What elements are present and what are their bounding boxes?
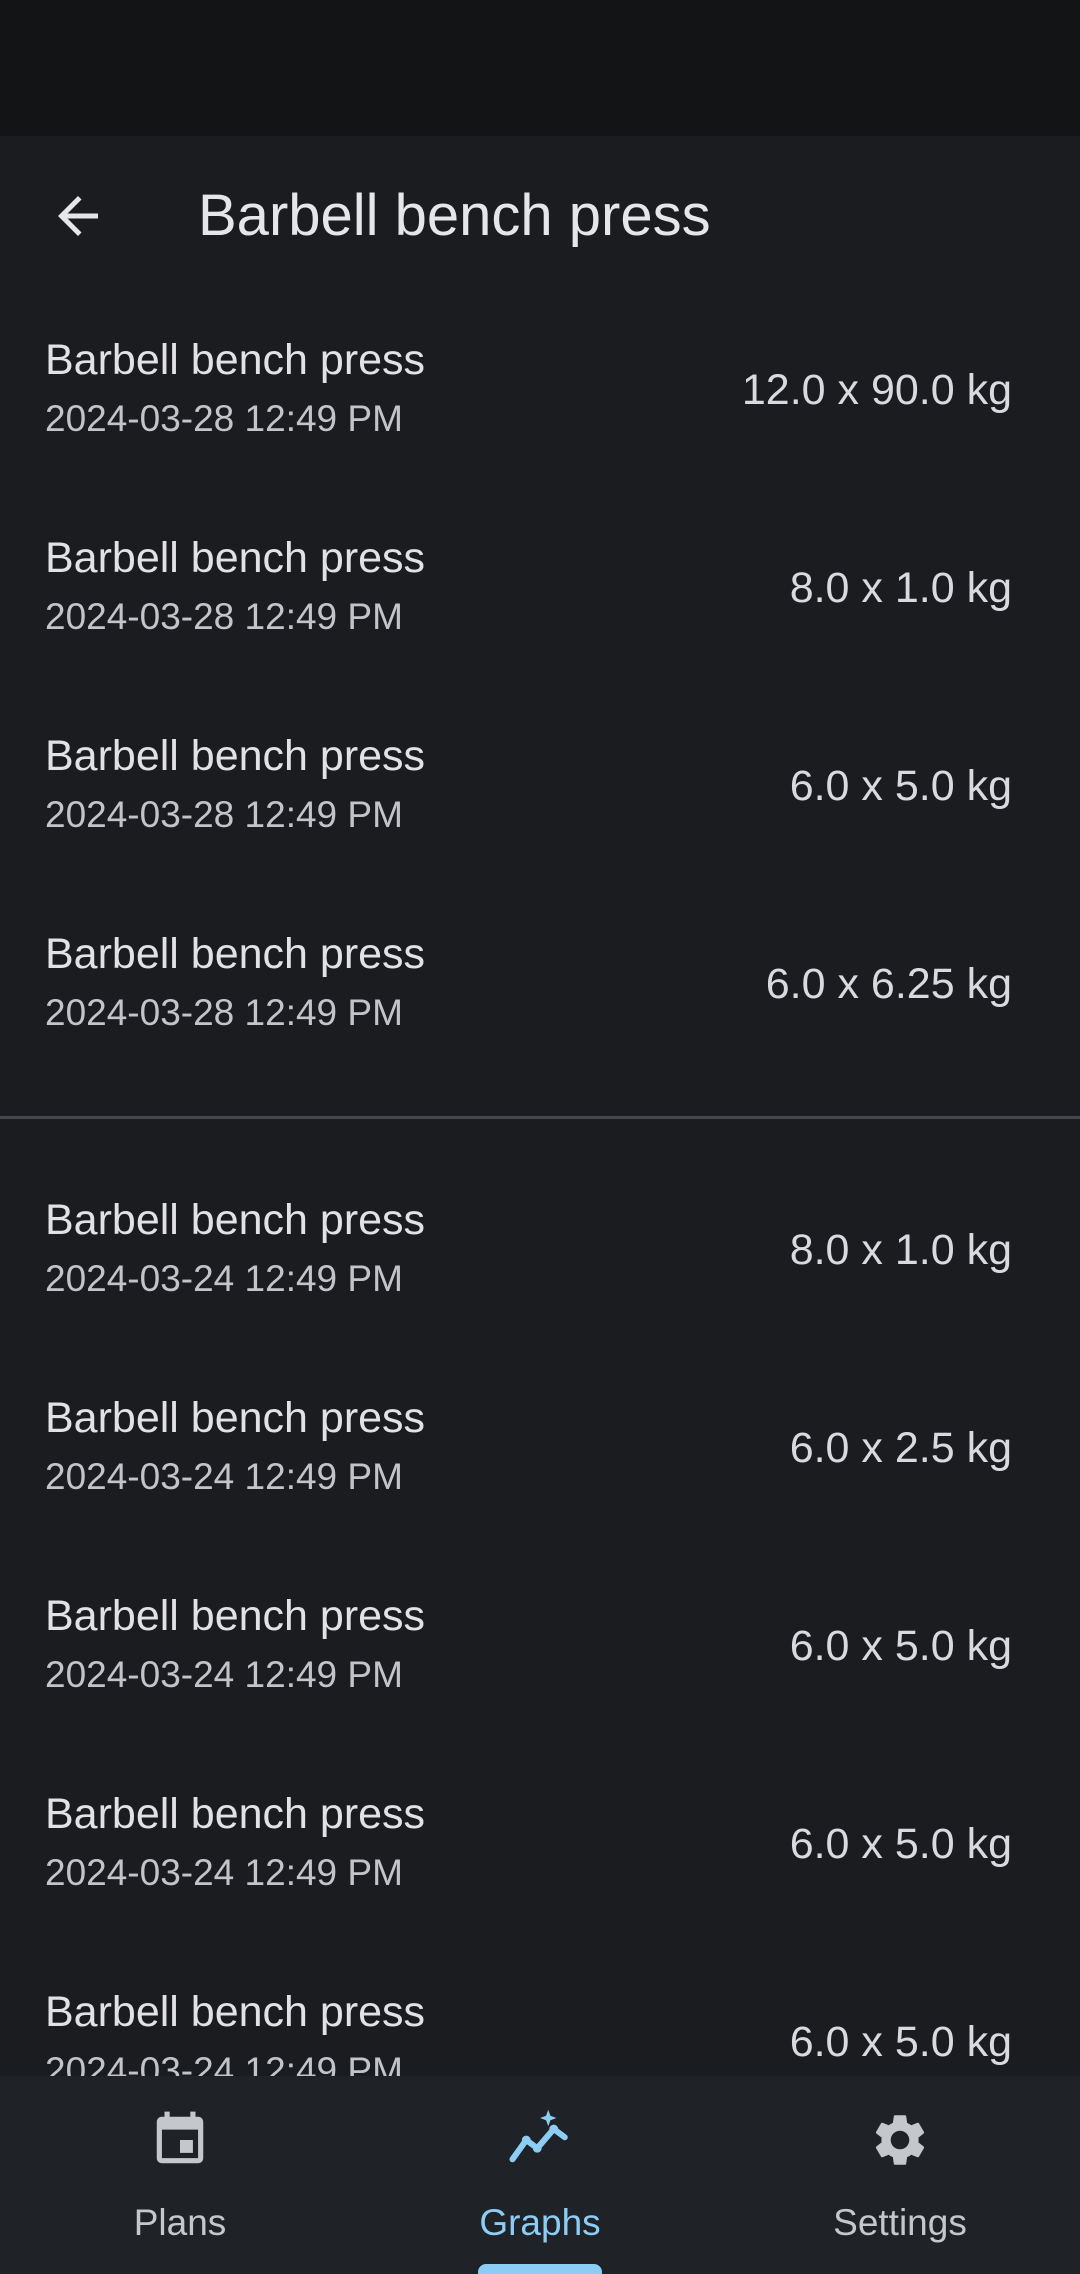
- set-value: 12.0 x 90.0 kg: [741, 366, 1012, 414]
- gear-icon: [860, 2100, 940, 2180]
- exercise-name: Barbell bench press: [45, 1196, 426, 1244]
- arrow-back-icon: [58, 196, 98, 236]
- set-date: 2024-03-28 12:49 PM: [45, 596, 403, 637]
- page-title: Barbell bench press: [198, 183, 711, 248]
- set-date: 2024-03-28 12:49 PM: [45, 992, 403, 1033]
- active-tab-indicator: [478, 2264, 602, 2274]
- list-item[interactable]: Barbell bench press 2024-03-24 12:49 PM …: [0, 1744, 1080, 1942]
- list-item[interactable]: Barbell bench press 2024-03-24 12:49 PM …: [0, 1546, 1080, 1744]
- exercise-name: Barbell bench press: [45, 1592, 426, 1640]
- set-value: 6.0 x 5.0 kg: [789, 762, 1012, 810]
- exercise-name: Barbell bench press: [45, 1988, 426, 2036]
- list-item[interactable]: Barbell bench press 2024-03-28 12:49 PM …: [0, 686, 1080, 884]
- set-value: 8.0 x 1.0 kg: [789, 1226, 1012, 1274]
- graph-sparkle-icon: [500, 2100, 580, 2180]
- status-bar: [0, 0, 1080, 136]
- list-item[interactable]: Barbell bench press 2024-03-28 12:49 PM …: [0, 884, 1080, 1082]
- set-date: 2024-03-24 12:49 PM: [45, 1258, 403, 1299]
- list-item[interactable]: Barbell bench press 2024-03-24 12:49 PM …: [0, 1348, 1080, 1546]
- exercise-name: Barbell bench press: [45, 1394, 426, 1442]
- nav-label: Settings: [833, 2202, 967, 2243]
- exercise-name: Barbell bench press: [45, 534, 426, 582]
- nav-label: Plans: [133, 2202, 227, 2243]
- history-list[interactable]: Barbell bench press 2024-03-28 12:49 PM …: [0, 290, 1080, 2140]
- set-value: 6.0 x 5.0 kg: [789, 1622, 1012, 1670]
- nav-item-graphs[interactable]: Graphs: [360, 2076, 720, 2274]
- set-date: 2024-03-24 12:49 PM: [45, 1654, 403, 1695]
- set-date: 2024-03-28 12:49 PM: [45, 398, 403, 439]
- nav-label: Graphs: [479, 2202, 601, 2243]
- set-date: 2024-03-28 12:49 PM: [45, 794, 403, 835]
- set-value: 6.0 x 2.5 kg: [789, 1424, 1012, 1472]
- list-item[interactable]: Barbell bench press 2024-03-28 12:49 PM …: [0, 488, 1080, 686]
- set-value: 6.0 x 5.0 kg: [789, 1820, 1012, 1868]
- app-bar: Barbell bench press: [0, 136, 1080, 286]
- exercise-name: Barbell bench press: [45, 930, 426, 978]
- exercise-name: Barbell bench press: [45, 1790, 426, 1838]
- nav-item-plans[interactable]: Plans: [0, 2076, 360, 2274]
- set-date: 2024-03-24 12:49 PM: [45, 1852, 403, 1893]
- set-value: 6.0 x 6.25 kg: [765, 960, 1012, 1008]
- list-item[interactable]: Barbell bench press 2024-03-24 12:49 PM …: [0, 1150, 1080, 1348]
- set-value: 6.0 x 5.0 kg: [789, 2018, 1012, 2066]
- nav-item-settings[interactable]: Settings: [720, 2076, 1080, 2274]
- back-button[interactable]: [38, 176, 118, 256]
- set-value: 8.0 x 1.0 kg: [789, 564, 1012, 612]
- group-divider: [0, 1116, 1080, 1119]
- set-date: 2024-03-24 12:49 PM: [45, 1456, 403, 1497]
- calendar-icon: [140, 2100, 220, 2180]
- list-item[interactable]: Barbell bench press 2024-03-28 12:49 PM …: [0, 290, 1080, 488]
- exercise-name: Barbell bench press: [45, 336, 426, 384]
- exercise-name: Barbell bench press: [45, 732, 426, 780]
- bottom-navigation: Plans Graphs Settings: [0, 2076, 1080, 2274]
